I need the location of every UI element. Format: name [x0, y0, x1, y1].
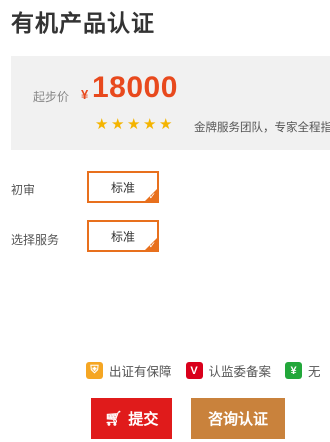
page-title: 有机产品认证: [11, 10, 155, 36]
checkmark-icon: ✓: [148, 240, 156, 250]
option-service-standard[interactable]: 标准 ✓: [87, 220, 159, 252]
service-tagline: 金牌服务团队，专家全程指导: [194, 122, 330, 134]
v-badge-icon: V: [185, 362, 203, 379]
guarantee-item-registered: V 认监委备案: [185, 361, 272, 380]
star-icon: ★: [159, 116, 173, 133]
option-value: 标准: [110, 180, 135, 195]
price-prefix: 起步价: [33, 90, 70, 104]
star-icon: ★: [143, 116, 157, 133]
star-icon: ★: [95, 116, 109, 133]
currency-symbol: ¥: [81, 87, 89, 102]
guarantee-item-certificate: ⛨ 出证有保障: [86, 361, 172, 380]
price-panel: 起步价 ¥ 18000 ★ ★ ★ ★ ★ 金牌服务团队，专家全程指导: [11, 56, 330, 150]
option-value: 标准: [110, 229, 135, 244]
guarantee-strip: ⛨ 出证有保障 V 认监委备案 ¥ 无: [86, 361, 330, 380]
consult-label: 咨询认证: [207, 411, 268, 428]
submit-button[interactable]: 🛒︎ 提交: [91, 398, 172, 439]
cart-icon: 🛒︎: [104, 410, 123, 426]
rating-stars: ★ ★ ★ ★ ★: [95, 117, 174, 132]
guarantee-text: 无: [308, 365, 321, 379]
yen-icon: ¥: [285, 362, 303, 379]
star-icon: ★: [111, 116, 125, 133]
option-label-initial-review: 初审: [11, 183, 36, 197]
option-initial-review-standard[interactable]: 标准 ✓: [87, 171, 159, 203]
guarantee-text: 出证有保障: [109, 365, 172, 379]
price-amount: 18000: [92, 71, 178, 104]
guarantee-item-fee: ¥ 无: [285, 361, 321, 380]
guarantee-text: 认监委备案: [208, 365, 272, 379]
shield-icon: ⛨: [86, 362, 103, 379]
option-label-service: 选择服务: [11, 233, 60, 247]
submit-label: 提交: [128, 411, 159, 428]
checkmark-icon: ✓: [148, 191, 156, 201]
consult-button[interactable]: 咨询认证: [191, 398, 285, 439]
star-icon: ★: [127, 116, 141, 133]
